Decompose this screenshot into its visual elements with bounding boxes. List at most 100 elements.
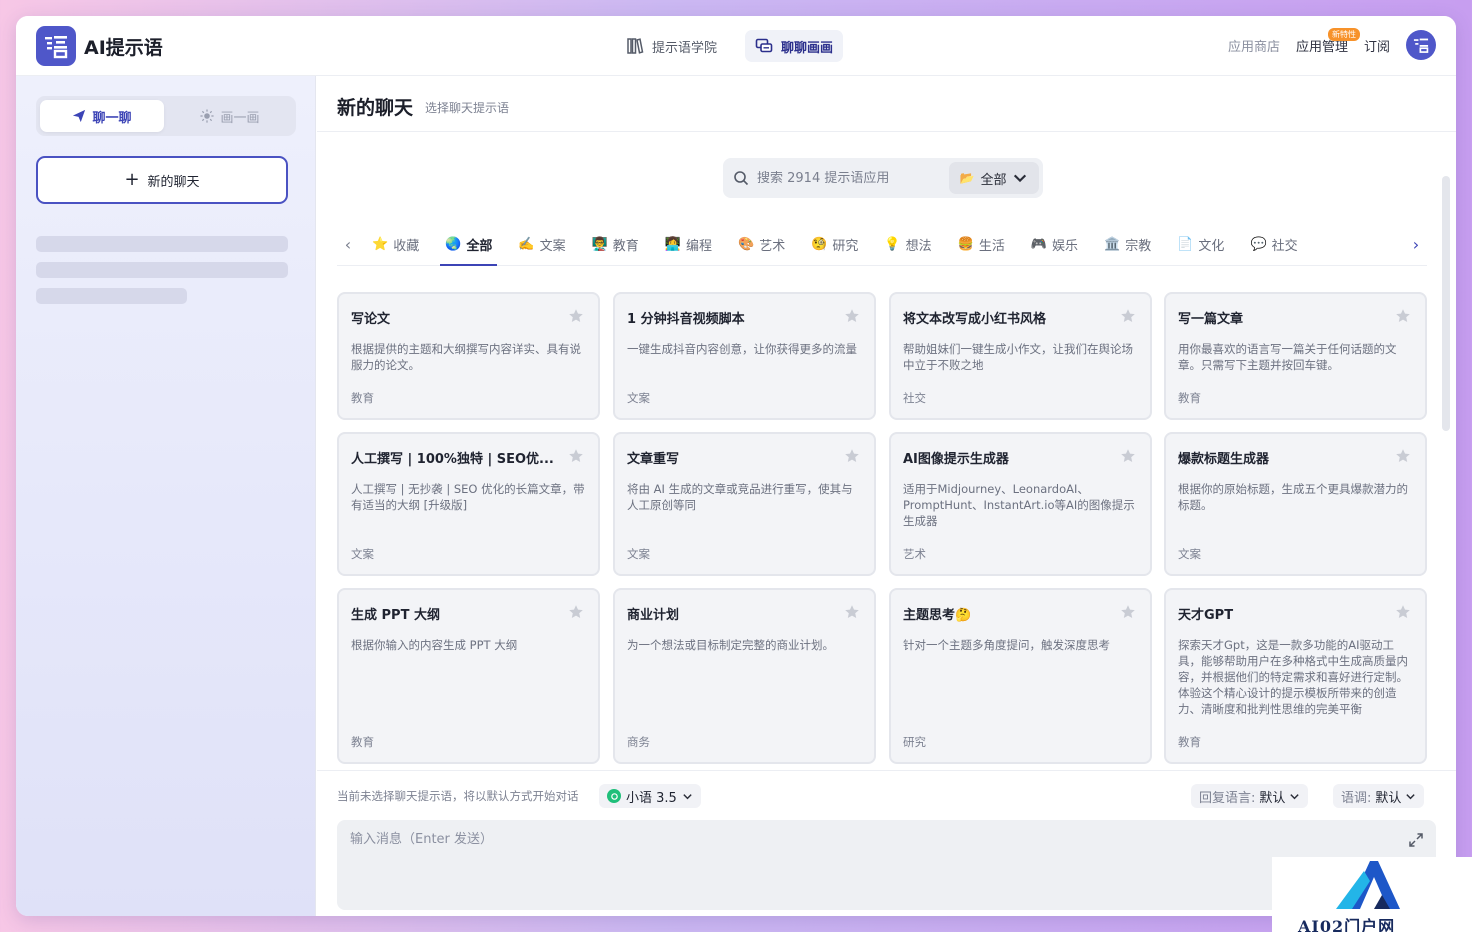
mode-draw-button[interactable]: 画一画 [168,100,292,132]
prompt-card[interactable]: 生成 PPT 大纲 根据你输入的内容生成 PPT 大纲 教育 [337,588,600,764]
message-input[interactable] [337,820,1322,910]
star-icon[interactable] [568,448,584,464]
star-icon[interactable] [844,448,860,464]
star-icon[interactable] [844,308,860,324]
folder-icon: 📂 [959,171,975,185]
prompt-card[interactable]: 写一篇文章 用你最喜欢的语言写一篇关于任何话题的文章。只需写下主题并按回车键。 教育 [1164,292,1427,420]
card-category-tag: 商务 [627,735,650,749]
card-category-tag: 艺术 [903,547,926,561]
star-icon[interactable] [844,604,860,620]
card-category-tag: 教育 [1178,391,1201,405]
star-icon[interactable] [1120,604,1136,620]
category-tab[interactable]: 👨‍🏫 教育 [579,224,652,266]
card-title: 文章重写 [627,452,680,467]
card-category-tag: 教育 [351,735,374,749]
scrollbar-thumb[interactable] [1442,176,1450,431]
search-input[interactable] [749,170,949,186]
card-title: 主题思考🤔 [903,608,972,623]
prompt-card[interactable]: 人工撰写 | 100%独特 | SEO优... 人工撰写 | 无抄袭 | SEO … [337,432,600,576]
prompt-card[interactable]: 爆款标题生成器 根据你的原始标题，生成五个更具爆款潜力的标题。 文案 [1164,432,1427,576]
chevron-down-icon [1014,174,1027,183]
prompt-card[interactable]: 主题思考🤔 针对一个主题多角度提问，触发深度思考 研究 [889,588,1152,764]
category-tab[interactable]: 👩‍💻 编程 [652,224,725,266]
star-icon[interactable] [568,604,584,620]
category-tab[interactable]: 💬 社交 [1237,224,1310,266]
chevron-down-icon [683,793,692,799]
prompt-card-grid: 写论文 根据提供的主题和大纲撰写内容详实、具有说服力的论文。 教育 1 分钟抖音视频脚… [337,292,1429,766]
category-label: 社交 [1271,239,1298,254]
prompt-card[interactable]: 天才GPT 探索天才Gpt，这是一款多功能的AI驱动工具，能够帮助用户在多种格式中… [1164,588,1427,764]
new-feature-badge: 新特性 [1327,27,1360,41]
category-filter-select[interactable]: 📂 全部 [949,162,1039,194]
star-icon[interactable] [1120,308,1136,324]
main-header: 新的聊天 选择聊天提示语 [317,76,1456,132]
card-category-tag: 教育 [351,391,374,405]
search-bar: 📂 全部 [723,158,1043,198]
category-tab[interactable]: 💡 想法 [871,224,944,266]
category-tab[interactable]: 🏛️ 宗教 [1091,224,1164,266]
logo-icon [45,36,68,59]
card-description: 为一个想法或目标制定完整的商业计划。 [627,638,834,652]
card-title: 人工撰写 | 100%独特 | SEO优... [351,452,554,467]
category-tab[interactable]: 🎮 娱乐 [1018,224,1091,266]
category-emoji-icon: 💡 [884,237,901,252]
prompt-card[interactable]: 文章重写 将由 AI 生成的文章或竞品进行重写，使其与人工原创等同 文案 [613,432,876,576]
category-tab[interactable]: 🧐 研究 [798,224,871,266]
library-icon [627,38,644,54]
reply-language-select[interactable]: 回复语言: 默认 [1191,784,1309,808]
sidebar: 聊一聊 画一画 + 新的聊天 [16,76,316,916]
chevron-left-icon[interactable]: ‹ [337,235,359,254]
category-label: 生活 [978,239,1005,254]
mode-chat-button[interactable]: 聊一聊 [40,100,164,132]
watermark-text: AI02门户网 [1298,917,1396,932]
category-emoji-icon: 💬 [1250,237,1267,252]
chevron-down-icon [1406,793,1416,799]
nav-item-academy[interactable]: 提示语学院 [616,30,727,62]
category-tab[interactable]: ⭐ 收藏 [359,224,432,266]
star-icon[interactable] [1395,308,1411,324]
category-emoji-icon: 🍔 [957,237,974,252]
user-avatar[interactable] [1406,30,1436,60]
tone-select[interactable]: 语调: 默认 [1333,784,1425,808]
model-select[interactable]: 小语 3.5 [599,784,701,808]
top-nav: 提示语学院 聊聊画画 [616,30,844,62]
subscribe-link[interactable]: 订阅 [1364,36,1390,55]
card-description: 一键生成抖音内容创意，让你获得更多的流量 [627,342,857,356]
app-manage-link[interactable]: 应用管理 新特性 [1295,27,1360,55]
prompt-card[interactable]: 商业计划 为一个想法或目标制定完整的商业计划。 商务 [613,588,876,764]
filter-value: 全部 [980,172,1007,188]
prompt-card[interactable]: AI图像提示生成器 适用于Midjourney、LeonardoAI、Prompt… [889,432,1152,576]
category-tab[interactable]: 🌏 全部 [432,224,505,266]
app-store-link[interactable]: 应用商店 [1228,36,1280,55]
category-label: 全部 [466,239,493,254]
card-title: 写论文 [351,312,391,327]
app-logo[interactable] [36,26,76,66]
scrollbar[interactable] [1442,176,1450,801]
category-tab[interactable]: ✍️ 文案 [505,224,578,266]
chevron-right-icon[interactable]: › [1405,235,1427,254]
category-label: 研究 [832,239,859,254]
star-icon[interactable] [1120,448,1136,464]
star-icon[interactable] [1395,448,1411,464]
chevron-down-icon [1290,793,1300,799]
app-title: AI提示语 [84,37,163,59]
category-emoji-icon: 🏛️ [1104,237,1121,252]
card-title: 写一篇文章 [1178,312,1244,327]
new-chat-button[interactable]: + 新的聊天 [36,156,288,204]
category-tab[interactable]: 🎨 艺术 [725,224,798,266]
category-tab[interactable]: 🍔 生活 [945,224,1018,266]
star-icon[interactable] [568,308,584,324]
category-label: 文案 [539,239,566,254]
site-watermark: AI02门户网 [1272,857,1472,932]
prompt-card[interactable]: 将文本改写成小红书风格 帮助姐妹们一键生成小作文，让我们在舆论场中立于不败之地 社交 [889,292,1152,420]
prompt-card[interactable]: 1 分钟抖音视频脚本 一键生成抖音内容创意，让你获得更多的流量 文案 [613,292,876,420]
card-category-tag: 文案 [627,391,650,405]
app-manage-label: 应用管理 [1295,39,1348,55]
prompt-card[interactable]: 写论文 根据提供的主题和大纲撰写内容详实、具有说服力的论文。 教育 [337,292,600,420]
star-icon[interactable] [1395,604,1411,620]
category-label: 编程 [686,239,713,254]
expand-icon[interactable] [1408,832,1424,848]
nav-item-chat-draw[interactable]: 聊聊画画 [745,30,844,62]
category-tabs: ‹ ⭐ 收藏 🌏 全部 ✍️ 文案 👨‍🏫 教育 👩‍💻 编程 🎨 艺术 🧐 研究 💡 想法 🍔 生活 🎮 娱乐 🏛️ 宗… [337,224,1427,266]
category-tab[interactable]: 📄 文化 [1164,224,1237,266]
